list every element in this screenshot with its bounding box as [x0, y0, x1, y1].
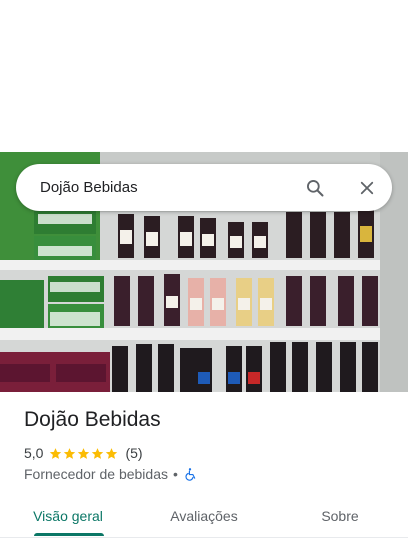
star-icon [78, 447, 90, 459]
wheelchair-icon [185, 468, 196, 481]
search-icon [307, 180, 324, 197]
close-icon [360, 181, 374, 195]
star-icon [64, 447, 76, 459]
place-name: Dojão Bebidas [24, 408, 161, 431]
star-rating [49, 447, 119, 460]
search-bar[interactable]: Dojão Bebidas [16, 164, 392, 211]
review-count[interactable]: (5) [125, 445, 142, 461]
search-button[interactable] [302, 175, 328, 201]
rating-row[interactable]: 5,0 (5) [24, 444, 143, 462]
active-tab-indicator [34, 533, 104, 536]
place-tabs: Visão geral Avaliações Sobre [0, 494, 408, 538]
star-icon [50, 447, 62, 459]
tabs-divider [0, 537, 408, 538]
tab-label: Visão geral [33, 508, 103, 524]
separator-dot: • [173, 466, 178, 482]
rating-value: 5,0 [24, 445, 44, 461]
tab-about[interactable]: Sobre [272, 494, 408, 538]
clear-search-button[interactable] [354, 175, 380, 201]
category-row: Fornecedor de bebidas • [24, 465, 197, 483]
star-icon [92, 447, 104, 459]
tab-label: Avaliações [170, 508, 238, 524]
place-category: Fornecedor de bebidas [24, 466, 168, 482]
tab-reviews[interactable]: Avaliações [136, 494, 272, 538]
tab-overview[interactable]: Visão geral [0, 494, 136, 538]
tab-label: Sobre [321, 508, 359, 524]
star-icon [106, 447, 118, 459]
search-input[interactable]: Dojão Bebidas [40, 164, 138, 211]
